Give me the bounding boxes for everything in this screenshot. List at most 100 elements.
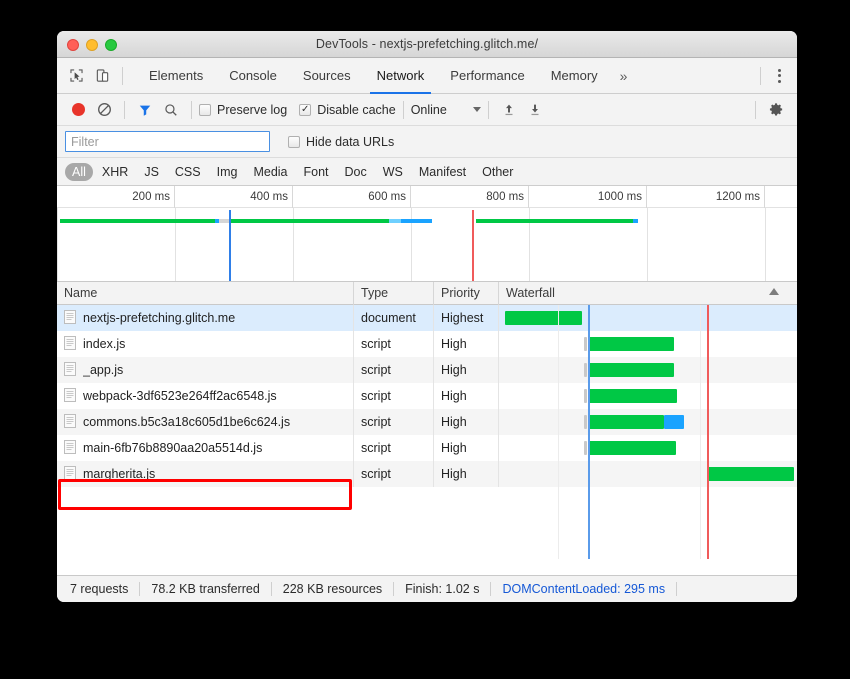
overview-band-1	[60, 219, 215, 223]
waterfall-bar	[589, 389, 677, 403]
netbar-divider-4	[488, 101, 489, 119]
overview-gap	[219, 219, 229, 223]
type-filter-doc[interactable]: Doc	[338, 163, 374, 181]
script-file-icon	[64, 388, 76, 405]
inspect-element-icon[interactable]	[63, 63, 89, 89]
hide-data-urls-checkbox[interactable]: Hide data URLs	[288, 135, 394, 149]
cell-name: nextjs-prefetching.glitch.me	[57, 305, 354, 331]
throttling-select[interactable]: Online	[411, 103, 447, 117]
table-row[interactable]: webpack-3df6523e264ff2ac6548.js script H…	[57, 383, 797, 409]
traffic-lights	[67, 39, 117, 51]
tab-memory[interactable]: Memory	[538, 58, 611, 94]
type-filter-manifest[interactable]: Manifest	[412, 163, 473, 181]
search-icon[interactable]	[158, 97, 184, 123]
cell-waterfall	[499, 331, 797, 357]
table-row[interactable]: main-6fb76b8890aa20a5514d.js script High	[57, 435, 797, 461]
tabstrip-divider	[760, 67, 761, 85]
waterfall-bar	[505, 311, 582, 325]
waterfall-bar	[589, 363, 674, 377]
window-title: DevTools - nextjs-prefetching.glitch.me/	[57, 37, 797, 51]
device-toolbar-icon[interactable]	[89, 63, 115, 89]
type-filter-font[interactable]: Font	[297, 163, 336, 181]
table-row[interactable]: _app.js script High	[57, 357, 797, 383]
preserve-log-checkbox[interactable]: Preserve log	[199, 103, 287, 117]
more-tabs-icon[interactable]: »	[611, 68, 637, 84]
column-header-waterfall[interactable]: Waterfall	[499, 282, 797, 305]
overview-load-marker	[472, 210, 474, 281]
type-filter-js[interactable]: JS	[137, 163, 166, 181]
cell-priority: High	[434, 435, 499, 461]
waterfall-queue	[584, 363, 587, 377]
close-window-button[interactable]	[67, 39, 79, 51]
ruler-tick-400: 400 ms	[175, 186, 293, 208]
chevron-down-icon[interactable]	[473, 107, 481, 112]
cell-waterfall	[499, 383, 797, 409]
disable-cache-checkbox[interactable]: Disable cache	[299, 103, 396, 117]
column-header-type[interactable]: Type	[354, 282, 434, 305]
type-filter-bar: All XHR JS CSS Img Media Font Doc WS Man…	[57, 158, 797, 186]
table-row[interactable]: commons.b5c3a18c605d1be6c624.js script H…	[57, 409, 797, 435]
overview-dcl-marker	[229, 210, 231, 281]
cell-type: script	[354, 383, 434, 409]
status-bar: 7 requests 78.2 KB transferred 228 KB re…	[57, 575, 797, 602]
column-header-name[interactable]: Name	[57, 282, 354, 305]
cell-priority: High	[434, 409, 499, 435]
filter-funnel-icon[interactable]	[132, 97, 158, 123]
requests-table: Name Type Priority Waterfall nextjs-pref…	[57, 282, 797, 559]
tab-network[interactable]: Network	[364, 58, 438, 94]
table-body: nextjs-prefetching.glitch.me document Hi…	[57, 305, 797, 487]
status-requests: 7 requests	[67, 582, 139, 596]
ruler-tick-1200: 1200 ms	[647, 186, 765, 208]
preserve-log-label: Preserve log	[217, 103, 287, 117]
netbar-divider-1	[124, 101, 125, 119]
tab-console[interactable]: Console	[216, 58, 290, 94]
waterfall-bar	[589, 415, 664, 429]
tab-sources[interactable]: Sources	[290, 58, 364, 94]
type-filter-css[interactable]: CSS	[168, 163, 208, 181]
minimize-window-button[interactable]	[86, 39, 98, 51]
waterfall-bar	[589, 441, 676, 455]
cell-type: script	[354, 461, 434, 487]
request-name: nextjs-prefetching.glitch.me	[83, 311, 235, 325]
table-header-row: Name Type Priority Waterfall	[57, 282, 797, 305]
status-finish: Finish: 1.02 s	[394, 582, 490, 596]
kebab-menu-icon[interactable]	[768, 69, 791, 83]
type-filter-other[interactable]: Other	[475, 163, 520, 181]
preserve-log-box	[199, 104, 211, 116]
type-filter-media[interactable]: Media	[246, 163, 294, 181]
cell-waterfall	[499, 435, 797, 461]
type-filter-all[interactable]: All	[65, 163, 93, 181]
filter-input[interactable]	[65, 131, 270, 152]
cell-type: script	[354, 357, 434, 383]
gear-icon[interactable]	[763, 97, 789, 123]
network-overview[interactable]: 200 ms 400 ms 600 ms 800 ms 1000 ms 1200…	[57, 186, 797, 282]
screenshot-root: DevTools - nextjs-prefetching.glitch.me/…	[0, 0, 850, 679]
waterfall-download	[664, 415, 684, 429]
table-row[interactable]: nextjs-prefetching.glitch.me document Hi…	[57, 305, 797, 331]
table-row[interactable]: index.js script High	[57, 331, 797, 357]
hide-data-urls-label: Hide data URLs	[306, 135, 394, 149]
import-har-icon[interactable]	[496, 97, 522, 123]
request-name: _app.js	[83, 363, 123, 377]
ruler-tick-200: 200 ms	[57, 186, 175, 208]
table-row[interactable]: margherita.js script High	[57, 461, 797, 487]
record-icon[interactable]	[65, 97, 91, 123]
type-filter-ws[interactable]: WS	[376, 163, 410, 181]
maximize-window-button[interactable]	[105, 39, 117, 51]
type-filter-xhr[interactable]: XHR	[95, 163, 135, 181]
export-har-icon[interactable]	[522, 97, 548, 123]
clear-icon[interactable]	[91, 97, 117, 123]
type-filter-img[interactable]: Img	[210, 163, 245, 181]
netbar-divider-5	[755, 101, 756, 119]
network-toolbar: Preserve log Disable cache Online	[57, 94, 797, 126]
request-name: commons.b5c3a18c605d1be6c624.js	[83, 415, 290, 429]
cell-priority: Highest	[434, 305, 499, 331]
waterfall-queue	[584, 337, 587, 351]
cell-name: commons.b5c3a18c605d1be6c624.js	[57, 409, 354, 435]
column-header-priority[interactable]: Priority	[434, 282, 499, 305]
tab-elements[interactable]: Elements	[136, 58, 216, 94]
cell-type: document	[354, 305, 434, 331]
overview-band-2-wait	[389, 219, 401, 223]
cell-waterfall	[499, 461, 797, 487]
tab-performance[interactable]: Performance	[437, 58, 537, 94]
